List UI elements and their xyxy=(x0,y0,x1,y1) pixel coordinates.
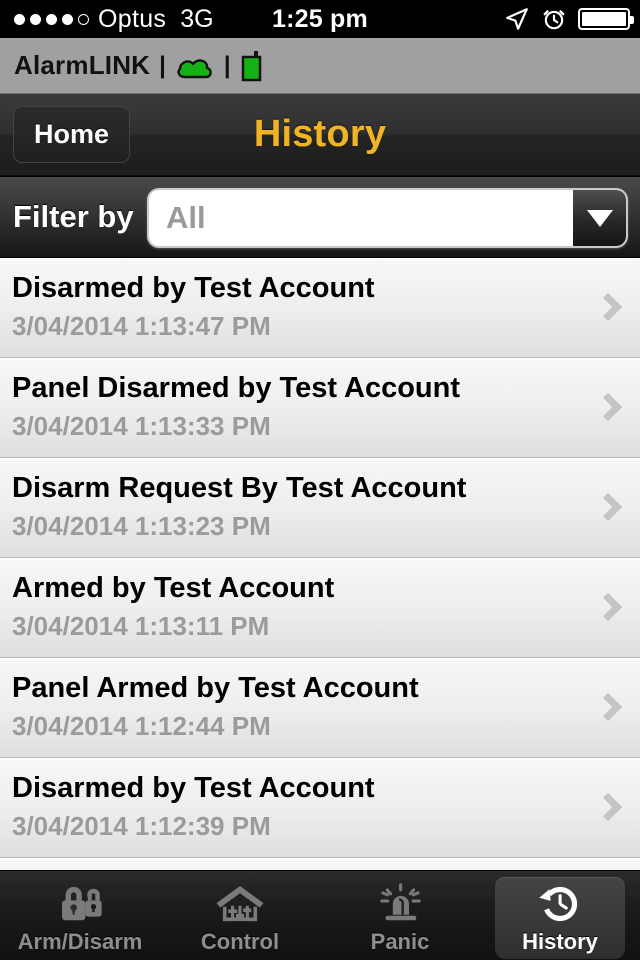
clock-history-icon xyxy=(539,886,578,921)
history-row-partial[interactable] xyxy=(0,858,640,870)
history-row-title: Disarm Request By Test Account xyxy=(12,472,467,504)
status-bar-right xyxy=(504,6,634,32)
chevron-right-icon xyxy=(593,692,623,722)
tab-inner: Panic xyxy=(335,877,465,959)
filter-dropdown[interactable]: All xyxy=(147,188,628,248)
cloud-icon xyxy=(177,58,212,78)
history-row-title: Armed by Test Account xyxy=(12,572,335,604)
brand-separator-1: | xyxy=(159,51,166,79)
history-row-timestamp: 3/04/2014 1:13:33 PM xyxy=(12,410,271,441)
filter-bar: Filter by All xyxy=(0,177,640,258)
tab-inner: Arm/Disarm xyxy=(15,877,145,959)
tab-label: History xyxy=(522,928,598,954)
filter-selected-value: All xyxy=(166,200,206,235)
history-row[interactable]: Disarmed by Test Account 3/04/2014 1:12:3… xyxy=(0,758,640,858)
tab-history[interactable]: History xyxy=(480,871,640,960)
radio-device-icon xyxy=(241,50,261,81)
tab-control[interactable]: Control xyxy=(160,871,320,960)
tab-label: Control xyxy=(200,928,280,954)
brand-bar: AlarmLINK | | xyxy=(0,38,640,94)
filter-dropdown-button[interactable] xyxy=(573,190,626,246)
history-list[interactable]: Disarmed by Test Account 3/04/2014 1:13:4… xyxy=(0,258,640,870)
tab-arm-disarm[interactable]: Arm/Disarm xyxy=(0,871,160,960)
history-row-timestamp: 3/04/2014 1:12:44 PM xyxy=(12,710,271,741)
tab-bar: Arm/Disarm Control Panic History xyxy=(0,870,640,960)
app-name-label: AlarmLINK xyxy=(14,50,151,80)
chevron-right-icon xyxy=(593,792,623,822)
cloud-status xyxy=(175,51,215,81)
history-row[interactable]: Disarm Request By Test Account 3/04/2014 … xyxy=(0,458,640,558)
history-row[interactable]: Disarmed by Test Account 3/04/2014 1:13:4… xyxy=(0,258,640,358)
history-row-title: Disarmed by Test Account xyxy=(12,272,375,304)
history-row-timestamp: 3/04/2014 1:12:39 PM xyxy=(12,810,271,841)
filter-by-label: Filter by xyxy=(13,199,134,234)
chevron-right-icon xyxy=(593,392,623,422)
tab-inner: History xyxy=(495,876,625,959)
alarm-clock-icon xyxy=(543,10,565,30)
chevron-right-icon xyxy=(593,592,623,622)
chevron-right-icon xyxy=(593,492,623,522)
brand-separator-2: | xyxy=(223,51,231,79)
history-row-timestamp: 3/04/2014 1:13:11 PM xyxy=(12,610,270,641)
history-row-title: Panel Armed by Test Account xyxy=(12,672,419,704)
history-row-title: Panel Disarmed by Test Account xyxy=(12,372,461,404)
tab-label: Panic xyxy=(370,928,430,954)
chevron-down-icon xyxy=(586,209,613,227)
app-screen: Optus 3G 1:25 pm AlarmLINK | | Home Hist… xyxy=(0,0,640,960)
history-row-timestamp: 3/04/2014 1:13:23 PM xyxy=(12,510,271,541)
device-status xyxy=(240,50,264,82)
navigation-bar: Home History xyxy=(0,94,640,176)
battery-icon xyxy=(578,8,634,30)
tab-label: Arm/Disarm xyxy=(17,928,143,954)
padlock-pair-icon xyxy=(62,886,102,920)
history-row-title: Disarmed by Test Account xyxy=(12,772,375,804)
history-row[interactable]: Panel Disarmed by Test Account 3/04/2014 … xyxy=(0,358,640,458)
tab-panic[interactable]: Panic xyxy=(320,871,480,960)
house-sliders-icon xyxy=(216,885,264,921)
page-title: History xyxy=(253,113,387,155)
history-row-timestamp: 3/04/2014 1:13:47 PM xyxy=(12,310,271,341)
history-row[interactable]: Armed by Test Account 3/04/2014 1:13:11 P… xyxy=(0,558,640,658)
tab-inner: Control xyxy=(175,877,305,959)
siren-icon xyxy=(380,882,421,920)
chevron-right-icon xyxy=(593,292,623,322)
status-bar: Optus 3G 1:25 pm xyxy=(0,0,640,38)
history-row[interactable]: Panel Armed by Test Account 3/04/2014 1:1… xyxy=(0,658,640,758)
location-arrow-icon xyxy=(506,8,528,30)
